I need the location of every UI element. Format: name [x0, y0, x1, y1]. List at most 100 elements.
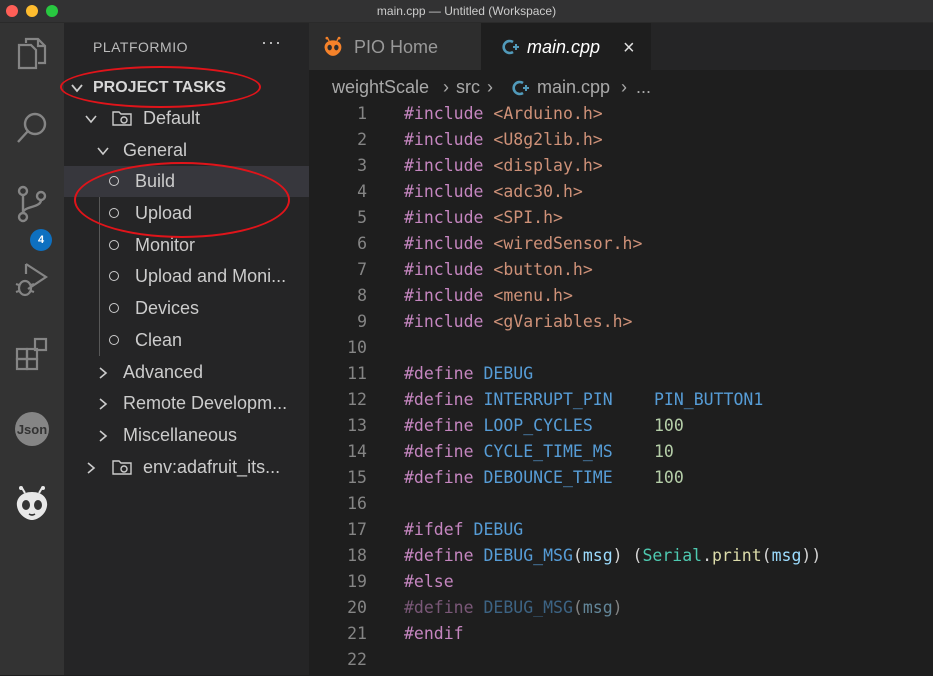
code-line: 8 #include <menu.h>: [309, 286, 933, 312]
run-debug-icon[interactable]: [0, 249, 64, 309]
class-name: Serial: [642, 546, 703, 565]
json-icon[interactable]: Json: [0, 399, 64, 459]
folder-gear-icon: [112, 460, 132, 475]
line-number: 6: [357, 234, 367, 253]
breadcrumb: weightScale › src › main.cpp › ...: [309, 70, 933, 104]
task-label: Devices: [135, 298, 200, 318]
include-path: <button.h>: [493, 260, 593, 279]
keyword: #include: [404, 104, 484, 123]
chevron-right-icon: ›: [621, 77, 627, 97]
cpp-file-icon: [512, 80, 529, 96]
line-number: 10: [347, 338, 367, 357]
macro-value: 100: [654, 416, 684, 435]
editor-tab-bar: PIO Home main.cpp ×: [309, 23, 933, 70]
code-line: 1 #include <Arduino.h>: [309, 104, 933, 130]
chevron-down-icon: [97, 147, 109, 156]
circle-icon: [109, 335, 119, 345]
keyword: #define: [404, 442, 474, 461]
tree-item-miscellaneous[interactable]: Miscellaneous: [64, 420, 309, 451]
code-line: 7 #include <button.h>: [309, 260, 933, 286]
platformio-tab-icon: [324, 36, 342, 56]
annotation-ellipse: [60, 66, 261, 108]
line-number: 11: [347, 364, 367, 383]
line-number: 17: [347, 520, 367, 539]
line-number: 8: [357, 286, 367, 305]
code-line: 17 #ifdef DEBUG: [309, 520, 933, 546]
chevron-right-icon: ›: [487, 77, 493, 97]
keyword: #include: [404, 234, 484, 253]
macro-name: DEBOUNCE_TIME: [483, 468, 613, 487]
param: msg: [582, 546, 613, 565]
platformio-icon[interactable]: [0, 474, 64, 534]
line-number: 7: [357, 260, 367, 279]
tree-item-env[interactable]: env:adafruit_its...: [64, 452, 309, 483]
code-line: 15 #define DEBOUNCE_TIME 100: [309, 468, 933, 494]
line-number: 18: [347, 546, 367, 565]
breadcrumb-item[interactable]: ...: [636, 77, 651, 98]
macro-name: DEBUG: [483, 364, 534, 383]
task-devices[interactable]: Devices: [64, 293, 309, 324]
line-number: 5: [357, 208, 367, 227]
chevron-right-icon: [87, 462, 96, 474]
line-number: 14: [347, 442, 367, 461]
code-line: 12 #define INTERRUPT_PIN PIN_BUTTON1: [309, 390, 933, 416]
source-control-icon[interactable]: [0, 174, 64, 234]
code-line: 5 #include <SPI.h>: [309, 208, 933, 234]
code-line: 22: [309, 650, 933, 676]
tree-item-remote[interactable]: Remote Developm...: [64, 388, 309, 419]
cpp-file-icon: [502, 39, 519, 55]
include-path: <menu.h>: [493, 286, 573, 305]
keyword: #else: [404, 572, 454, 591]
keyword: #include: [404, 156, 484, 175]
macro-name: DEBUG_MSG: [483, 598, 573, 617]
task-clean[interactable]: Clean: [64, 325, 309, 356]
tab-label: main.cpp: [527, 37, 601, 57]
keyword: #ifdef: [404, 520, 464, 539]
keyword: #define: [404, 468, 474, 487]
code-line: 19 #else: [309, 572, 933, 598]
circle-icon: [109, 240, 119, 250]
code-line: 9 #include <gVariables.h>: [309, 312, 933, 338]
json-icon-label: Json: [17, 422, 47, 437]
macro-name: DEBUG: [473, 520, 524, 539]
chevron-down-icon: [85, 115, 97, 124]
include-path: <U8g2lib.h>: [493, 130, 603, 149]
include-path: <display.h>: [493, 156, 603, 175]
annotation-ellipse: [74, 162, 290, 238]
line-number: 19: [347, 572, 367, 591]
line-number: 4: [357, 182, 367, 201]
explorer-icon[interactable]: [0, 23, 64, 83]
include-path: <wiredSensor.h>: [493, 234, 643, 253]
extensions-icon[interactable]: [0, 324, 64, 384]
macro-name: CYCLE_TIME_MS: [483, 442, 613, 461]
macro-value: PIN_BUTTON1: [654, 390, 764, 409]
breadcrumb-item[interactable]: weightScale: [332, 77, 429, 98]
tree-label-general: General: [123, 140, 188, 160]
code-editor[interactable]: 1 #include <Arduino.h> 2 #include <U8g2lib…: [309, 101, 933, 675]
keyword: #include: [404, 260, 484, 279]
tree-item-advanced[interactable]: Advanced: [64, 357, 309, 388]
line-number: 1: [357, 104, 367, 123]
tab-main-cpp[interactable]: main.cpp ×: [481, 23, 651, 70]
close-icon[interactable]: ×: [623, 37, 635, 60]
tree-item-default[interactable]: Default: [64, 103, 309, 134]
task-upload-and-monitor[interactable]: Upload and Moni...: [64, 261, 309, 292]
macro-name: INTERRUPT_PIN: [483, 390, 613, 409]
breadcrumb-item[interactable]: src: [456, 77, 480, 98]
window-title: main.cpp — Untitled (Workspace): [376, 4, 557, 18]
macro-value: 10: [654, 442, 674, 461]
code-line: 4 #include <adc30.h>: [309, 182, 933, 208]
code-line: 18 #define DEBUG_MSG(msg) (Serial.print(m…: [309, 546, 933, 572]
more-actions-button[interactable]: ···: [261, 32, 282, 53]
search-icon[interactable]: [0, 98, 64, 158]
breadcrumb-item[interactable]: main.cpp: [537, 77, 610, 98]
line-number: 13: [347, 416, 367, 435]
keyword: #include: [404, 130, 484, 149]
tab-pio-home[interactable]: PIO Home: [309, 23, 481, 70]
code-line: 10: [309, 338, 933, 364]
code-line: 21 #endif: [309, 624, 933, 650]
tree-label-misc: Miscellaneous: [123, 425, 238, 445]
code-line: 14 #define CYCLE_TIME_MS 10: [309, 442, 933, 468]
code-line: 20 #define DEBUG_MSG(msg): [309, 598, 933, 624]
line-number: 12: [347, 390, 367, 409]
